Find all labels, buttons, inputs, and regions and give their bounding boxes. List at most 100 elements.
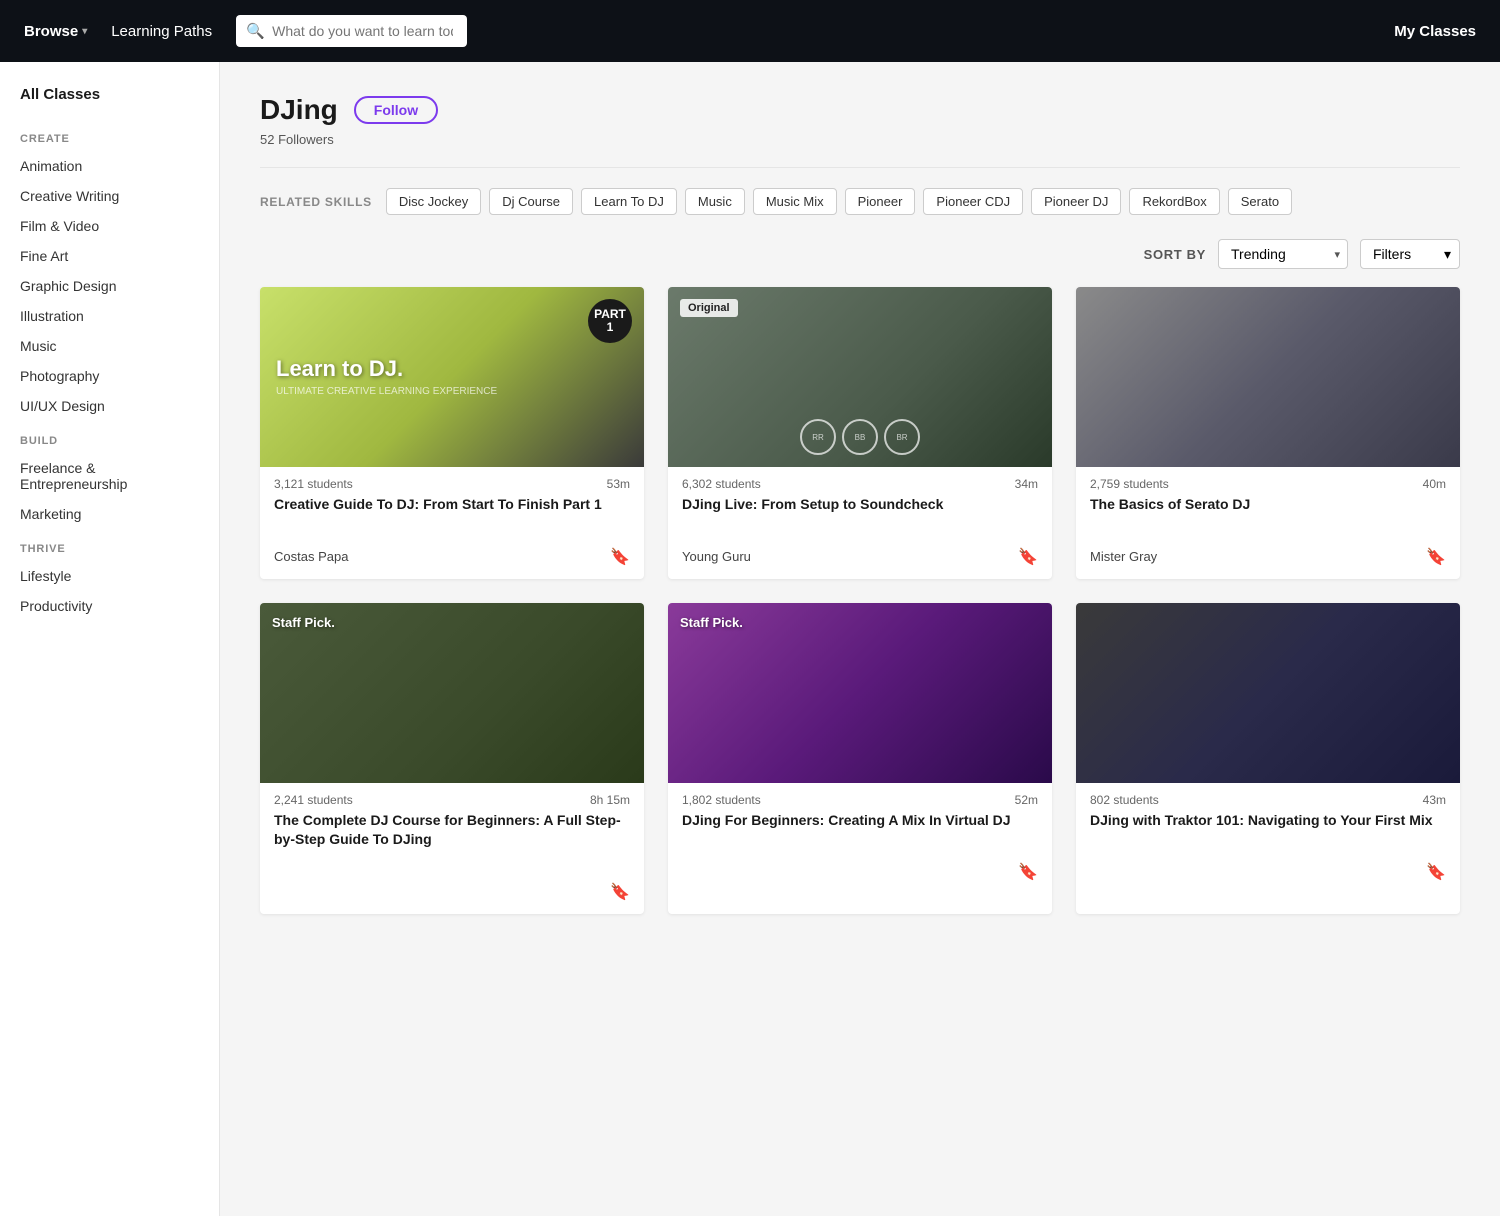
skill-tag-rekordbox[interactable]: RekordBox [1129, 188, 1219, 215]
course-students: 1,802 students [682, 793, 761, 807]
course-thumbnail: OriginalRRBBBR [668, 287, 1052, 467]
sidebar-item-productivity[interactable]: Productivity [0, 591, 219, 621]
original-badge: Original [680, 299, 738, 317]
staff-pick-badge: Staff Pick. [680, 615, 743, 630]
course-students: 3,121 students [274, 477, 353, 491]
course-duration: 8h 15m [590, 793, 630, 807]
skill-tag-pioneer-cdj[interactable]: Pioneer CDJ [923, 188, 1023, 215]
search-icon: 🔍 [246, 22, 265, 40]
skill-tag-music[interactable]: Music [685, 188, 745, 215]
course-card[interactable]: 802 students 43m DJing with Traktor 101: N… [1076, 603, 1460, 914]
course-students: 6,302 students [682, 477, 761, 491]
bookmark-button[interactable]: 🔖 [1018, 862, 1038, 882]
sidebar-section-label: THRIVE [0, 529, 219, 561]
course-card[interactable]: OriginalRRBBBR 6,302 students 34m DJing Liv… [668, 287, 1052, 579]
skill-tag-dj-course[interactable]: Dj Course [489, 188, 573, 215]
skill-tag-serato[interactable]: Serato [1228, 188, 1292, 215]
course-footer: 🔖 [1076, 862, 1460, 894]
course-duration: 53m [607, 477, 630, 491]
course-body: Creative Guide To DJ: From Start To Fini… [260, 495, 644, 547]
course-thumbnail: Staff Pick. [668, 603, 1052, 783]
course-students: 802 students [1090, 793, 1159, 807]
sidebar-item-illustration[interactable]: Illustration [0, 301, 219, 331]
navbar: Browse ▾ Learning Paths 🔍 My Classes [0, 0, 1500, 62]
follow-button[interactable]: Follow [354, 96, 438, 124]
course-footer: 🔖 [668, 862, 1052, 894]
course-author: Mister Gray [1090, 549, 1157, 564]
sidebar-item-photography[interactable]: Photography [0, 361, 219, 391]
filters-chevron-icon: ▾ [1444, 246, 1451, 263]
followers-count: 52 Followers [260, 132, 1460, 147]
sidebar-item-lifestyle[interactable]: Lifestyle [0, 561, 219, 591]
sidebar-item-uiux-design[interactable]: UI/UX Design [0, 391, 219, 421]
skill-tag-pioneer[interactable]: Pioneer [845, 188, 916, 215]
course-author: Costas Papa [274, 549, 348, 564]
sort-wrap: Trending Most Popular Newest ▾ [1218, 239, 1348, 269]
course-meta: 802 students 43m [1076, 783, 1460, 811]
course-footer: 🔖 [260, 882, 644, 914]
course-title: Creative Guide To DJ: From Start To Fini… [274, 495, 630, 515]
filters-wrap: Filters ▾ [1360, 239, 1460, 269]
sort-by-label: SORT BY [1144, 247, 1206, 262]
sort-select[interactable]: Trending Most Popular Newest [1218, 239, 1348, 269]
part-badge: PART 1 [588, 299, 632, 343]
sidebar-item-marketing[interactable]: Marketing [0, 499, 219, 529]
course-thumbnail: Staff Pick. [260, 603, 644, 783]
skill-tag-music-mix[interactable]: Music Mix [753, 188, 837, 215]
sidebar-section-label: BUILD [0, 421, 219, 453]
sidebar-item-graphic-design[interactable]: Graphic Design [0, 271, 219, 301]
thumb-big-text: Learn to DJ. [276, 357, 403, 381]
search-input[interactable] [236, 15, 467, 47]
related-skills-row: RELATED SKILLS Disc Jockey Dj Course Learn… [260, 188, 1460, 215]
bookmark-button[interactable]: 🔖 [1018, 547, 1038, 567]
course-body: DJing For Beginners: Creating A Mix In V… [668, 811, 1052, 863]
browse-chevron-icon: ▾ [82, 26, 87, 37]
sidebar-section-label: CREATE [0, 119, 219, 151]
sidebar-item-creative-writing[interactable]: Creative Writing [0, 181, 219, 211]
sidebar-item-fine-art[interactable]: Fine Art [0, 241, 219, 271]
course-thumbnail [1076, 603, 1460, 783]
skill-tag-pioneer-dj[interactable]: Pioneer DJ [1031, 188, 1121, 215]
sidebar-item-animation[interactable]: Animation [0, 151, 219, 181]
course-title: DJing Live: From Setup to Soundcheck [682, 495, 1038, 515]
course-duration: 34m [1015, 477, 1038, 491]
filters-button[interactable]: Filters ▾ [1360, 239, 1460, 269]
sidebar-item-film--video[interactable]: Film & Video [0, 211, 219, 241]
course-meta: 6,302 students 34m [668, 467, 1052, 495]
course-meta: 3,121 students 53m [260, 467, 644, 495]
bookmark-button[interactable]: 🔖 [1426, 547, 1446, 567]
course-duration: 52m [1015, 793, 1038, 807]
course-card[interactable]: 2,759 students40mThe Basics of Serato DJ… [1076, 287, 1460, 579]
sort-bar: SORT BY Trending Most Popular Newest ▾ F… [260, 239, 1460, 269]
course-author: Young Guru [682, 549, 751, 564]
course-title: The Complete DJ Course for Beginners: A … [274, 811, 630, 850]
bookmark-button[interactable]: 🔖 [1426, 862, 1446, 882]
bookmark-button[interactable]: 🔖 [610, 547, 630, 567]
course-body: The Complete DJ Course for Beginners: A … [260, 811, 644, 882]
browse-button[interactable]: Browse ▾ [24, 23, 87, 40]
course-meta: 1,802 students 52m [668, 783, 1052, 811]
course-footer: Costas Papa 🔖 [260, 547, 644, 579]
sidebar-all-classes[interactable]: All Classes [0, 86, 219, 119]
course-duration: 40m [1423, 477, 1446, 491]
learning-paths-link[interactable]: Learning Paths [111, 23, 212, 40]
thumb-sub-text: ULTIMATE CREATIVE LEARNING EXPERIENCE [276, 386, 497, 397]
my-classes-link[interactable]: My Classes [1394, 23, 1476, 40]
skill-tag-learn-to-dj[interactable]: Learn To DJ [581, 188, 677, 215]
course-duration: 43m [1423, 793, 1446, 807]
course-card[interactable]: Learn to DJ. ULTIMATE CREATIVE LEARNING E… [260, 287, 644, 579]
course-body: DJing with Traktor 101: Navigating to Yo… [1076, 811, 1460, 863]
skill-tag-disc-jockey[interactable]: Disc Jockey [386, 188, 481, 215]
course-meta: 2,241 students8h 15m [260, 783, 644, 811]
sidebar-item-freelance--entrepreneurship[interactable]: Freelance & Entrepreneurship [0, 453, 219, 499]
related-skills-label: RELATED SKILLS [260, 195, 372, 209]
sidebar-item-music[interactable]: Music [0, 331, 219, 361]
course-title: DJing For Beginners: Creating A Mix In V… [682, 811, 1038, 831]
page-header: DJing Follow [260, 94, 1460, 126]
browse-label: Browse [24, 23, 78, 40]
bookmark-button[interactable]: 🔖 [610, 882, 630, 902]
course-card[interactable]: Staff Pick. 1,802 students 52m DJing For Be… [668, 603, 1052, 914]
search-wrap: 🔍 [236, 15, 656, 47]
course-body: The Basics of Serato DJ [1076, 495, 1460, 547]
course-card[interactable]: Staff Pick.2,241 students8h 15mThe Compl… [260, 603, 644, 914]
